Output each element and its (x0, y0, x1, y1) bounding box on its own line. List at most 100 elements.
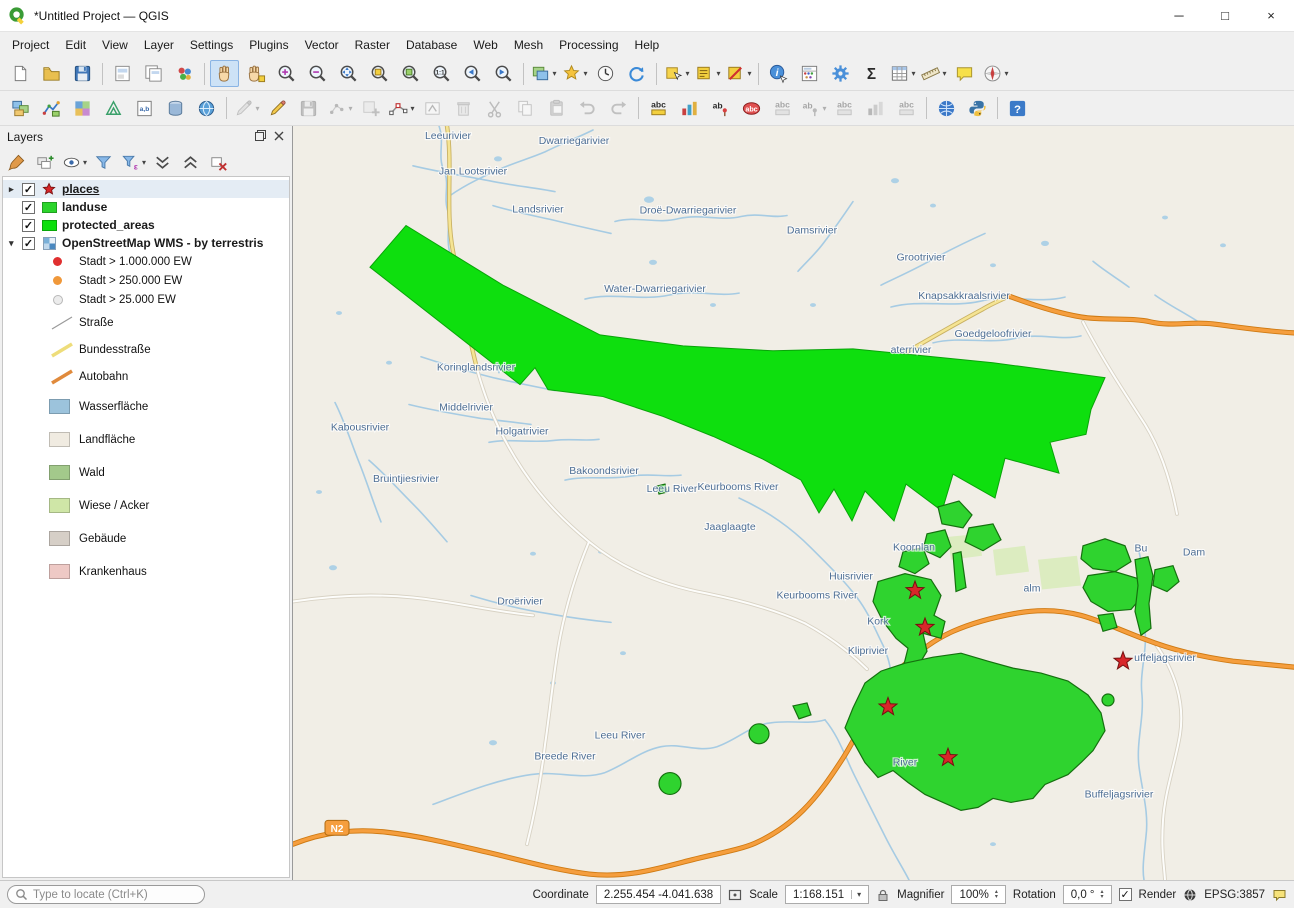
magnifier-spin-arrows-icon[interactable]: ▴▾ (995, 890, 998, 900)
toggle-editing-button[interactable] (263, 95, 292, 122)
add-delimited-text-button[interactable]: a,b (130, 95, 159, 122)
metasearch-button[interactable] (932, 95, 961, 122)
rotate-label-button[interactable]: ab▾ (799, 95, 828, 122)
coordinate-value[interactable]: 2.255.454 -4.041.638 (596, 885, 721, 904)
pan-to-selection-button[interactable] (241, 60, 270, 87)
temporal-controller-button[interactable] (591, 60, 620, 87)
menu-mesh[interactable]: Mesh (506, 35, 551, 55)
zoom-to-layer-button[interactable] (396, 60, 425, 87)
menu-vector[interactable]: Vector (297, 35, 347, 55)
expand-arrow-icon[interactable]: ▸ (9, 184, 22, 195)
add-raster-layer-button[interactable] (68, 95, 97, 122)
menu-edit[interactable]: Edit (57, 35, 94, 55)
filter-by-expression-button[interactable]: ε▾ (119, 151, 147, 174)
rotation-spinbox[interactable]: 0,0 °▴▾ (1063, 885, 1112, 904)
pan-map-button[interactable] (210, 60, 239, 87)
magnifier-spinbox[interactable]: 100%▴▾ (951, 885, 1005, 904)
crs-globe-icon[interactable] (1183, 888, 1197, 902)
highlight-pinned-labels-button[interactable]: abc (737, 95, 766, 122)
style-manager-button[interactable] (170, 60, 199, 87)
menu-settings[interactable]: Settings (182, 35, 241, 55)
scale-combo[interactable]: 1:168.151▾ (785, 885, 869, 904)
help-contents-button[interactable]: ? (1003, 95, 1032, 122)
add-postgis-layer-button[interactable] (161, 95, 190, 122)
identify-features-button[interactable]: i (764, 60, 793, 87)
layer-visibility-checkbox[interactable]: ✓ (22, 219, 35, 232)
zoom-in-button[interactable] (272, 60, 301, 87)
extent-toggle-icon[interactable] (728, 888, 742, 902)
messages-icon[interactable] (1272, 888, 1287, 902)
new-map-view-button[interactable]: ▾ (529, 60, 558, 87)
move-label-button[interactable]: abc (768, 95, 797, 122)
redo-button[interactable] (604, 95, 633, 122)
layer-item-places[interactable]: ▸✓places (3, 180, 289, 198)
delete-selected-button[interactable] (449, 95, 478, 122)
layer-visibility-checkbox[interactable]: ✓ (22, 237, 35, 250)
new-print-layout-button[interactable] (108, 60, 137, 87)
digitize-with-segment-button[interactable]: ▾ (325, 95, 354, 122)
statistics-summary-button[interactable]: Σ (857, 60, 886, 87)
processing-toolbox-button[interactable] (826, 60, 855, 87)
add-record-button[interactable] (356, 95, 385, 122)
menu-raster[interactable]: Raster (347, 35, 398, 55)
copy-features-button[interactable] (511, 95, 540, 122)
add-group-button[interactable] (32, 151, 57, 174)
remove-layer-button[interactable] (206, 151, 231, 174)
filter-legend-button[interactable] (91, 151, 116, 174)
modify-attributes-button[interactable] (418, 95, 447, 122)
spatial-bookmarks-button[interactable]: ▾ (560, 60, 589, 87)
close-button[interactable]: × (1248, 0, 1294, 31)
vertex-tool-button[interactable]: ▾ (387, 95, 416, 122)
open-layer-styling-button[interactable] (4, 151, 29, 174)
crs-value[interactable]: EPSG:3857 (1204, 889, 1265, 901)
paste-features-button[interactable] (542, 95, 571, 122)
locate-search[interactable]: Type to locate (Ctrl+K) (7, 885, 205, 904)
select-by-value-button[interactable]: ▾ (693, 60, 722, 87)
curved-label-button[interactable] (861, 95, 890, 122)
expand-all-button[interactable] (150, 151, 175, 174)
annotations-button[interactable]: ▾ (981, 60, 1010, 87)
manage-map-themes-button[interactable]: ▾ (60, 151, 88, 174)
menu-project[interactable]: Project (4, 35, 57, 55)
data-source-manager-button[interactable] (6, 95, 35, 122)
expand-arrow-icon[interactable]: ▾ (9, 238, 22, 249)
layer-labeling-button[interactable]: abc (644, 95, 673, 122)
render-checkbox[interactable]: ✓ (1119, 888, 1132, 901)
open-project-button[interactable] (37, 60, 66, 87)
zoom-out-button[interactable] (303, 60, 332, 87)
layer-visibility-checkbox[interactable]: ✓ (22, 201, 35, 214)
map-canvas[interactable]: N2LeeurivierDwarriegarivierJan Lootsrivi… (293, 126, 1294, 880)
close-panel-button[interactable] (273, 130, 285, 145)
label-properties-button[interactable]: abc (892, 95, 921, 122)
menu-database[interactable]: Database (398, 35, 465, 55)
menu-help[interactable]: Help (627, 35, 668, 55)
layer-visibility-checkbox[interactable]: ✓ (22, 183, 35, 196)
save-project-button[interactable] (68, 60, 97, 87)
current-edits-button[interactable]: ▾ (232, 95, 261, 122)
menu-web[interactable]: Web (465, 35, 505, 55)
map-tips-button[interactable] (950, 60, 979, 87)
zoom-next-button[interactable] (489, 60, 518, 87)
deselect-features-button[interactable]: ▾ (724, 60, 753, 87)
layer-item-protected-areas[interactable]: ✓protected_areas (3, 216, 289, 234)
scale-dropdown-arrow-icon[interactable]: ▾ (851, 890, 861, 899)
zoom-last-button[interactable] (458, 60, 487, 87)
add-vector-layer-button[interactable] (37, 95, 66, 122)
change-label-button[interactable]: abc (830, 95, 859, 122)
zoom-to-selection-button[interactable] (365, 60, 394, 87)
menu-layer[interactable]: Layer (136, 35, 182, 55)
zoom-native-button[interactable]: 1:1 (427, 60, 456, 87)
undo-button[interactable] (573, 95, 602, 122)
add-mesh-layer-button[interactable] (99, 95, 128, 122)
maximize-button[interactable]: □ (1202, 0, 1248, 31)
menu-plugins[interactable]: Plugins (241, 35, 296, 55)
python-console-button[interactable] (963, 95, 992, 122)
pin-unpin-labels-button[interactable]: ab (706, 95, 735, 122)
save-edits-button[interactable] (294, 95, 323, 122)
layer-item-landuse[interactable]: ✓landuse (3, 198, 289, 216)
menu-processing[interactable]: Processing (551, 35, 626, 55)
layer-diagram-options-button[interactable] (675, 95, 704, 122)
field-calculator-button[interactable] (795, 60, 824, 87)
new-project-button[interactable] (6, 60, 35, 87)
add-wms-layer-button[interactable] (192, 95, 221, 122)
